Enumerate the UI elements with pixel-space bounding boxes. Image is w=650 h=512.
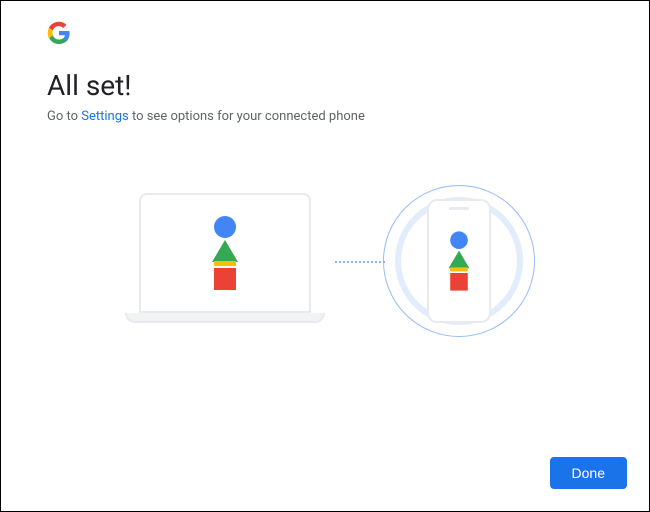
yellow-bar-icon <box>450 267 468 271</box>
red-square-icon <box>214 268 236 290</box>
connection-illustration <box>115 171 535 361</box>
subtitle-suffix: to see options for your connected phone <box>129 109 365 124</box>
laptop-shapes <box>212 216 238 290</box>
green-triangle-icon <box>449 251 470 269</box>
phone-icon <box>427 199 491 323</box>
google-logo <box>47 21 71 45</box>
green-triangle-icon <box>212 240 238 262</box>
dotted-connector-icon <box>335 261 385 263</box>
laptop-screen <box>139 193 311 313</box>
settings-link[interactable]: Settings <box>81 109 128 124</box>
phone-shapes <box>449 231 470 290</box>
laptop-base <box>125 313 325 323</box>
page-title: All set! <box>47 69 132 102</box>
page-subtitle: Go to Settings to see options for your c… <box>47 109 365 124</box>
blue-circle-icon <box>450 231 468 249</box>
yellow-bar-icon <box>214 261 236 266</box>
done-button[interactable]: Done <box>550 457 627 489</box>
google-g-icon <box>47 21 71 45</box>
laptop-icon <box>125 193 325 343</box>
subtitle-prefix: Go to <box>47 109 81 124</box>
blue-circle-icon <box>214 216 236 238</box>
red-square-icon <box>450 273 468 291</box>
